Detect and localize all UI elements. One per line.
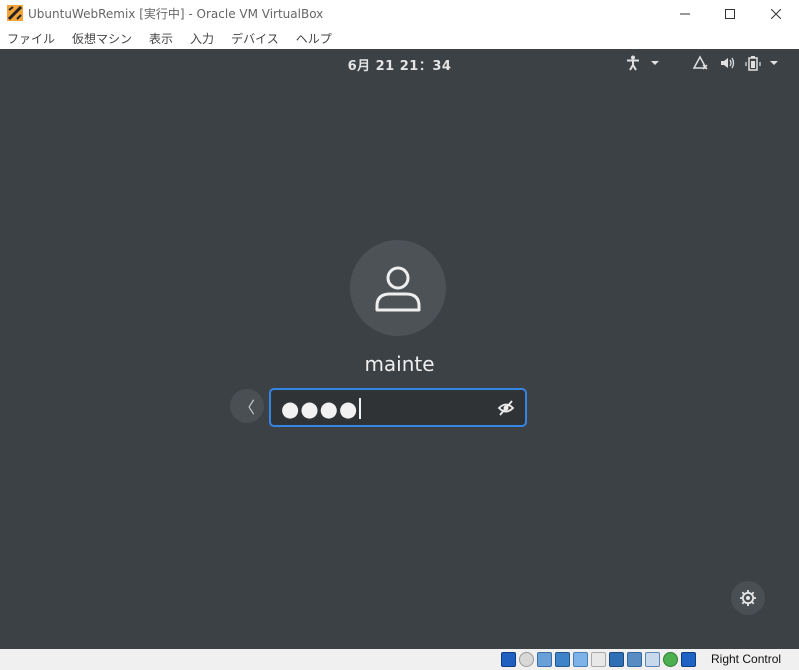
text-caret bbox=[359, 398, 362, 419]
close-button[interactable] bbox=[753, 0, 799, 27]
minimize-button[interactable] bbox=[662, 0, 708, 27]
virtualization-icon[interactable] bbox=[645, 652, 660, 667]
top-bar-clock[interactable]: 6月 21 21：34 bbox=[0, 55, 799, 74]
menubar: ファイル 仮想マシン 表示 入力 デバイス ヘルプ bbox=[0, 27, 799, 49]
menu-devices[interactable]: デバイス bbox=[231, 30, 279, 47]
chevron-down-icon bbox=[651, 61, 659, 65]
mouse-integration-icon[interactable] bbox=[681, 652, 696, 667]
chevron-left-icon: 〈 bbox=[238, 398, 255, 417]
usb-icon[interactable] bbox=[573, 652, 588, 667]
display-icon[interactable] bbox=[609, 652, 624, 667]
optical-drive-icon[interactable] bbox=[519, 652, 534, 667]
shared-folder-icon[interactable] bbox=[591, 652, 606, 667]
menu-help[interactable]: ヘルプ bbox=[296, 30, 332, 47]
password-masked-text: ●●●● bbox=[281, 397, 359, 421]
password-field[interactable]: ●●●● bbox=[269, 388, 527, 427]
password-value: ●●●● bbox=[281, 397, 362, 421]
window-titlebar: UbuntuWebRemix [実行中] - Oracle VM Virtual… bbox=[0, 0, 799, 27]
volume-icon bbox=[721, 57, 735, 69]
back-button[interactable]: 〈 bbox=[230, 389, 264, 423]
eye-hidden-icon[interactable] bbox=[497, 399, 515, 417]
chevron-down-icon bbox=[770, 61, 778, 65]
audio-icon[interactable] bbox=[537, 652, 552, 667]
vbox-statusbar: Right Control bbox=[0, 649, 799, 670]
username-label: mainte bbox=[364, 352, 435, 376]
window-title: UbuntuWebRemix [実行中] - Oracle VM Virtual… bbox=[28, 7, 324, 21]
recording-icon[interactable] bbox=[627, 652, 642, 667]
hard-disk-icon[interactable] bbox=[501, 652, 516, 667]
maximize-button[interactable] bbox=[707, 0, 753, 27]
accessibility-menu[interactable] bbox=[626, 53, 664, 73]
virtualbox-app-icon bbox=[7, 5, 23, 21]
maximize-icon bbox=[725, 8, 735, 19]
battery-icon bbox=[745, 56, 761, 71]
menu-view[interactable]: 表示 bbox=[149, 30, 173, 47]
cpu-icon[interactable] bbox=[663, 652, 678, 667]
menu-file[interactable]: ファイル bbox=[7, 30, 55, 47]
menu-input[interactable]: 入力 bbox=[190, 30, 214, 47]
minimize-icon bbox=[680, 13, 690, 14]
network-icon bbox=[692, 55, 708, 70]
network-adapter-icon[interactable] bbox=[555, 652, 570, 667]
close-icon bbox=[771, 8, 781, 19]
accessibility-icon bbox=[627, 55, 639, 71]
host-key-label[interactable]: Right Control bbox=[711, 652, 781, 666]
user-avatar[interactable] bbox=[350, 240, 446, 336]
user-avatar-icon bbox=[375, 266, 421, 312]
system-menu[interactable] bbox=[691, 53, 783, 73]
status-icons bbox=[501, 652, 696, 667]
gear-icon bbox=[740, 590, 756, 606]
menu-machine[interactable]: 仮想マシン bbox=[72, 30, 132, 47]
session-settings-button[interactable] bbox=[731, 581, 765, 615]
vm-screen[interactable]: 6月 21 21：34 mainte 〈 ●●●● bbox=[0, 49, 799, 649]
